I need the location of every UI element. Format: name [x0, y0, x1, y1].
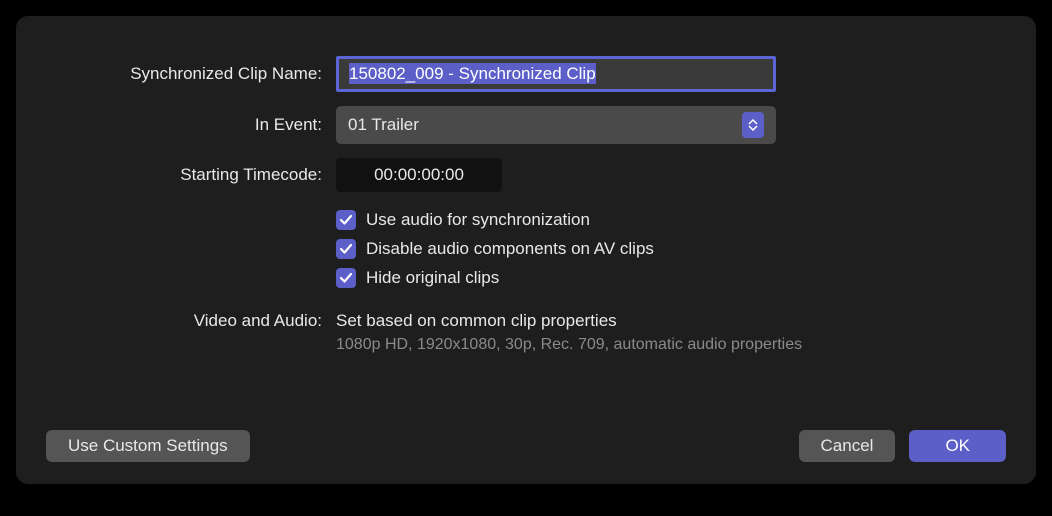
clip-name-label: Synchronized Clip Name: — [46, 64, 336, 84]
use-custom-settings-button[interactable]: Use Custom Settings — [46, 430, 250, 462]
checkboxes-group: Use audio for synchronization Disable au… — [336, 206, 1006, 297]
use-audio-label: Use audio for synchronization — [366, 210, 590, 230]
use-audio-checkbox[interactable] — [336, 210, 356, 230]
hide-original-checkbox[interactable] — [336, 268, 356, 288]
ok-button[interactable]: OK — [909, 430, 1006, 462]
video-audio-label: Video and Audio: — [46, 311, 336, 331]
clip-name-value: 150802_009 - Synchronized Clip — [349, 63, 596, 84]
clip-name-field: 150802_009 - Synchronized Clip — [336, 56, 1006, 92]
checkboxes-row: Use audio for synchronization Disable au… — [46, 206, 1006, 297]
timecode-input[interactable] — [336, 158, 502, 192]
in-event-field: 01 Trailer — [336, 106, 1006, 144]
hide-original-checkbox-row[interactable]: Hide original clips — [336, 268, 1006, 288]
clip-name-row: Synchronized Clip Name: 150802_009 - Syn… — [46, 56, 1006, 92]
in-event-label: In Event: — [46, 115, 336, 135]
hide-original-label: Hide original clips — [366, 268, 499, 288]
use-audio-checkbox-row[interactable]: Use audio for synchronization — [336, 210, 1006, 230]
timecode-field — [336, 158, 1006, 192]
video-audio-detail: 1080p HD, 1920x1080, 30p, Rec. 709, auto… — [336, 336, 1006, 354]
video-audio-row: Video and Audio: Set based on common cli… — [46, 311, 1006, 354]
disable-audio-checkbox[interactable] — [336, 239, 356, 259]
up-down-arrows-icon — [742, 112, 764, 138]
synchronize-clip-dialog: Synchronized Clip Name: 150802_009 - Syn… — [16, 16, 1036, 484]
event-selected-value: 01 Trailer — [348, 115, 419, 135]
disable-audio-label: Disable audio components on AV clips — [366, 239, 654, 259]
event-select-wrap: 01 Trailer — [336, 106, 776, 144]
clip-name-input[interactable]: 150802_009 - Synchronized Clip — [336, 56, 776, 92]
button-bar-right: Cancel OK — [799, 430, 1006, 462]
checkmark-icon — [339, 271, 353, 285]
form: Synchronized Clip Name: 150802_009 - Syn… — [46, 56, 1006, 354]
event-select[interactable]: 01 Trailer — [336, 106, 776, 144]
checkmark-icon — [339, 242, 353, 256]
cancel-button[interactable]: Cancel — [799, 430, 896, 462]
timecode-label: Starting Timecode: — [46, 165, 336, 185]
checkmark-icon — [339, 213, 353, 227]
button-bar: Use Custom Settings Cancel OK — [46, 430, 1006, 462]
disable-audio-checkbox-row[interactable]: Disable audio components on AV clips — [336, 239, 1006, 259]
in-event-row: In Event: 01 Trailer — [46, 106, 1006, 144]
video-audio-field: Set based on common clip properties 1080… — [336, 311, 1006, 354]
timecode-row: Starting Timecode: — [46, 158, 1006, 192]
video-audio-summary: Set based on common clip properties — [336, 311, 1006, 331]
